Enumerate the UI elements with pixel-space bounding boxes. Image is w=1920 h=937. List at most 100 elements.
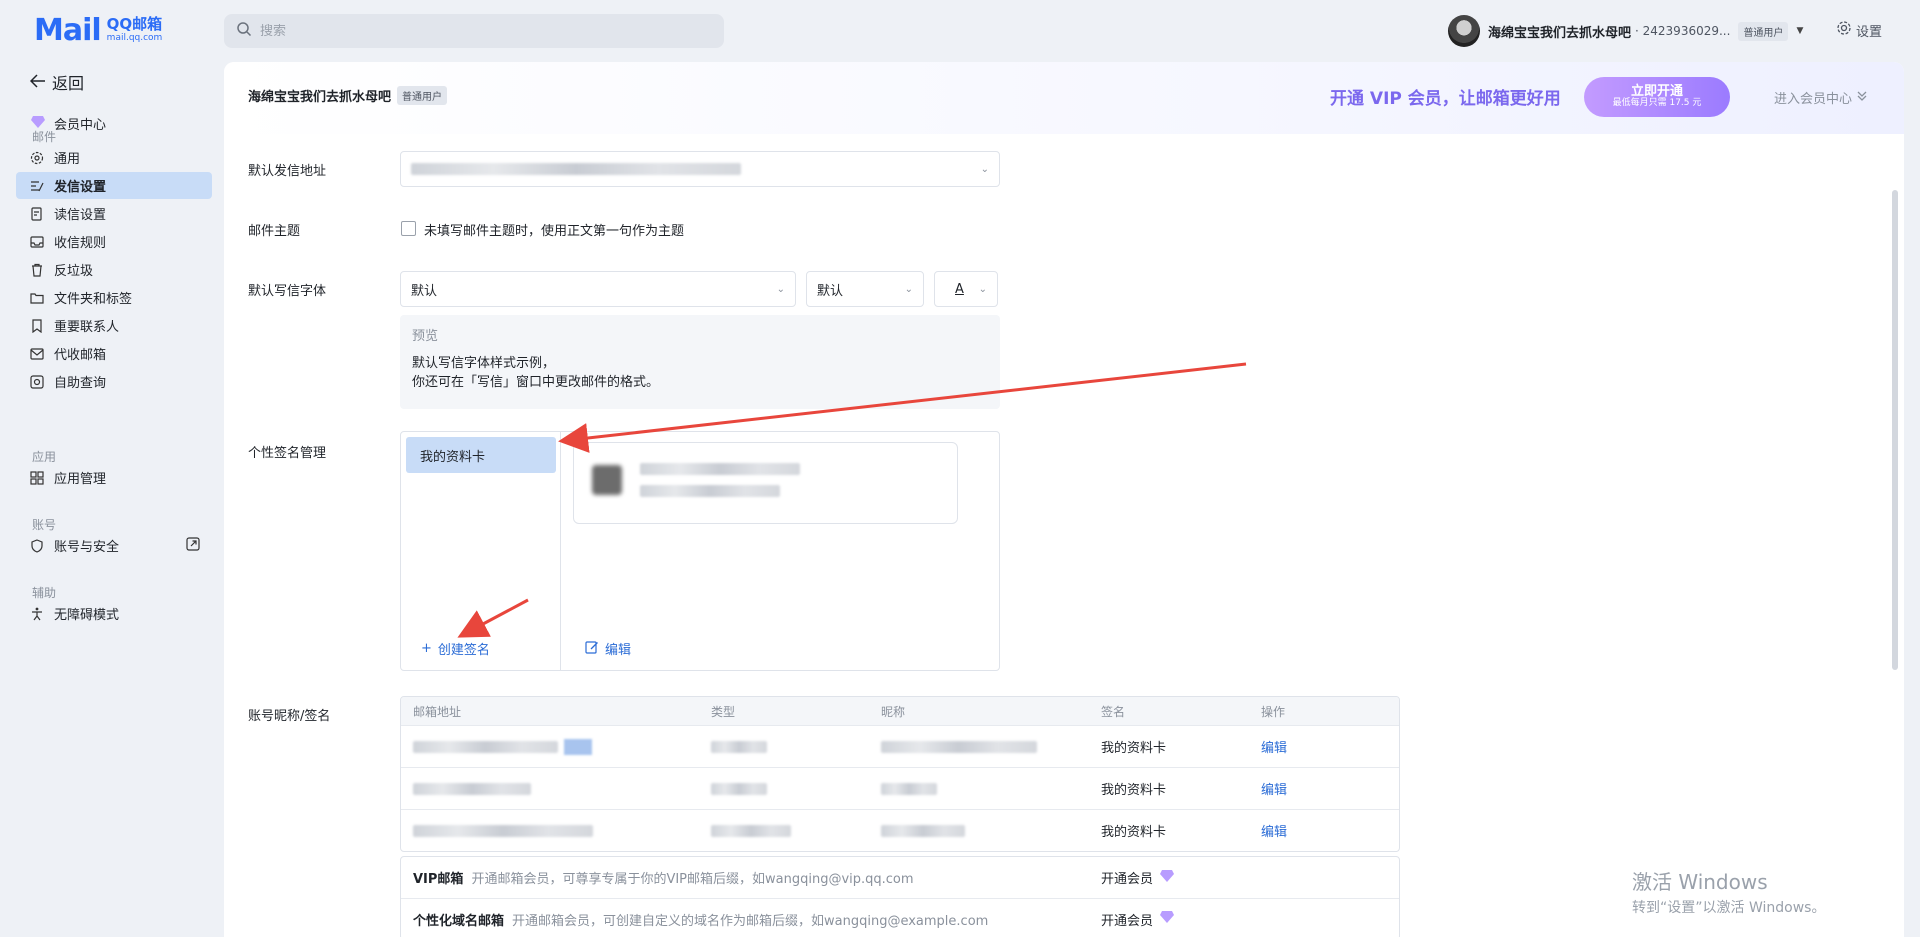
- preview-line-1: 默认写信字体样式示例，: [412, 356, 556, 371]
- signature-list: 我的资料卡 + 创建签名: [401, 432, 561, 670]
- sidebar-item-send-settings[interactable]: 发信设置: [16, 172, 212, 199]
- nickname-label: 账号昵称/签名: [248, 709, 331, 724]
- row-signature: 我的资料卡: [1101, 783, 1167, 798]
- document-icon: [30, 206, 44, 221]
- header-email: 邮箱地址: [413, 704, 462, 719]
- redacted-type: [711, 824, 791, 837]
- signature-manager: 我的资料卡 + 创建签名 编辑: [400, 431, 1000, 671]
- redacted-nickname: [881, 740, 1037, 753]
- font-color-icon: A: [955, 281, 964, 297]
- logo-sub-title: QQ邮箱: [106, 15, 163, 33]
- gear-icon: [30, 151, 44, 165]
- accessibility-icon: [30, 607, 44, 621]
- compose-settings-icon: [30, 179, 44, 193]
- settings-label: 设置: [1856, 24, 1883, 40]
- trash-icon: [30, 263, 44, 277]
- sidebar-item-label: 无障碍模式: [54, 608, 120, 623]
- sidebar-item-self-query[interactable]: 自助查询: [16, 368, 212, 395]
- chevron-down-icon: ⌄: [904, 283, 913, 295]
- sidebar-item-anti-spam[interactable]: 反垃圾: [16, 256, 212, 283]
- redacted-nickname: [881, 824, 965, 837]
- row-edit-link[interactable]: 编辑: [1249, 821, 1399, 840]
- sidebar-item-app-management[interactable]: 应用管理: [16, 464, 212, 491]
- sidebar-item-label: 收信规则: [54, 236, 107, 251]
- sidebar-item-read-settings[interactable]: 读信设置: [16, 200, 212, 227]
- font-family-value: 默认: [411, 283, 438, 299]
- vip-promo-text: 开通 VIP 会员，让邮箱更好用: [1330, 89, 1561, 109]
- redacted-nickname: [881, 782, 937, 795]
- default-sender-select[interactable]: ⌄: [400, 151, 1000, 187]
- header-signature: 签名: [1101, 704, 1126, 719]
- subject-checkbox-label: 未填写邮件主题时，使用正文第一句作为主题: [424, 224, 685, 239]
- create-signature-label: 创建签名: [437, 643, 490, 658]
- scrollbar[interactable]: [1892, 190, 1898, 670]
- section-label-mail: 邮件: [32, 130, 57, 144]
- back-button[interactable]: 返回: [29, 70, 85, 94]
- font-size-value: 默认: [817, 283, 844, 299]
- sidebar-item-general[interactable]: 通用: [16, 144, 212, 171]
- sidebar-item-proxy-mailbox[interactable]: 代收邮箱: [16, 340, 212, 367]
- font-color-select[interactable]: A ⌄: [934, 271, 998, 307]
- signature-item-profile-card[interactable]: 我的资料卡: [406, 437, 556, 473]
- chevron-down-icon: ⌄: [978, 283, 987, 295]
- sidebar-item-label: 读信设置: [54, 208, 107, 223]
- redacted-email: [640, 485, 780, 497]
- vip-feature-title: VIP邮箱: [413, 872, 464, 887]
- vip-features-table: VIP邮箱 开通邮箱会员，可尊享专属于你的VIP邮箱后缀，如wangqing@vi…: [400, 856, 1400, 937]
- settings-button[interactable]: 设置: [1836, 20, 1882, 40]
- external-link-icon[interactable]: [186, 536, 200, 555]
- row-signature: 我的资料卡: [1101, 825, 1167, 840]
- vip-button-subtext: 最低每月只需 17.5 元: [1612, 98, 1702, 109]
- row-edit-link[interactable]: 编辑: [1249, 737, 1399, 756]
- qq-mail-logo[interactable]: Mail QQ邮箱 mail.qq.com: [34, 12, 162, 48]
- member-center-link[interactable]: 进入会员中心: [1774, 88, 1868, 107]
- header-type: 类型: [711, 704, 736, 719]
- font-family-select[interactable]: 默认 ⌄: [400, 271, 796, 307]
- inbox-icon: [30, 235, 44, 249]
- back-label: 返回: [52, 74, 85, 93]
- avatar[interactable]: [1448, 15, 1480, 47]
- caret-down-icon[interactable]: ▼: [1796, 26, 1803, 36]
- user-name: 海绵宝宝我们去抓水母吧: [1488, 25, 1632, 41]
- row-edit-link[interactable]: 编辑: [1249, 779, 1399, 798]
- sidebar-item-receive-rules[interactable]: 收信规则: [16, 228, 212, 255]
- search-icon: [236, 21, 252, 41]
- create-signature-button[interactable]: + 创建签名: [421, 639, 490, 658]
- search-bar[interactable]: [224, 14, 724, 48]
- sidebar-item-accessibility[interactable]: 无障碍模式: [16, 600, 212, 627]
- preview-title: 预览: [412, 329, 439, 344]
- banner-user-badge: 普通用户: [397, 86, 448, 105]
- redacted-tag: [564, 738, 592, 755]
- redacted-email: [413, 740, 558, 753]
- sidebar-item-label: 应用管理: [54, 472, 107, 487]
- default-sender-label: 默认发信地址: [248, 164, 327, 179]
- sidebar-item-label: 会员中心: [54, 118, 107, 133]
- search-input[interactable]: [260, 23, 700, 39]
- open-membership-label: 开通会员: [1101, 913, 1154, 929]
- font-size-select[interactable]: 默认 ⌄: [806, 271, 924, 307]
- subject-first-sentence-checkbox[interactable]: [401, 221, 416, 236]
- chevron-down-icon: ⌄: [776, 283, 785, 295]
- sidebar-item-folders-tags[interactable]: 文件夹和标签: [16, 284, 212, 311]
- open-membership-link[interactable]: 开通会员: [1089, 910, 1175, 929]
- plus-icon: +: [421, 641, 432, 656]
- edit-signature-button[interactable]: 编辑: [585, 639, 631, 658]
- subject-label: 邮件主题: [248, 224, 301, 239]
- top-bar: Mail QQ邮箱 mail.qq.com 海绵宝宝我们去抓水母吧 · 2423…: [0, 0, 1920, 62]
- user-menu[interactable]: 海绵宝宝我们去抓水母吧 · 2423936029... 普通用户 ▼: [1448, 14, 1803, 48]
- sidebar-item-label: 代收邮箱: [54, 348, 107, 363]
- edit-icon: [585, 640, 599, 658]
- open-membership-label: 开通会员: [1101, 872, 1154, 887]
- banner-user-name: 海绵宝宝我们去抓水母吧: [248, 90, 392, 105]
- redacted-avatar: [592, 465, 622, 495]
- vip-feature-desc: 开通邮箱会员，可尊享专属于你的VIP邮箱后缀，如wangqing@vip.qq.…: [471, 872, 914, 887]
- vip-feature-desc: 开通邮箱会员，可创建自定义的域名作为邮箱后缀，如wangqing@example…: [512, 913, 989, 929]
- double-chevron-down-icon: [1856, 90, 1868, 106]
- vip-subscribe-button[interactable]: 立即开通 最低每月只需 17.5 元: [1584, 77, 1730, 117]
- sidebar-item-important-contacts[interactable]: 重要联系人: [16, 312, 212, 339]
- signature-preview-card: [573, 442, 958, 524]
- shield-icon: [30, 538, 44, 553]
- sidebar-item-account-security[interactable]: 账号与安全: [16, 532, 212, 559]
- sidebar-item-label: 通用: [54, 152, 81, 167]
- open-membership-link[interactable]: 开通会员: [1089, 868, 1175, 887]
